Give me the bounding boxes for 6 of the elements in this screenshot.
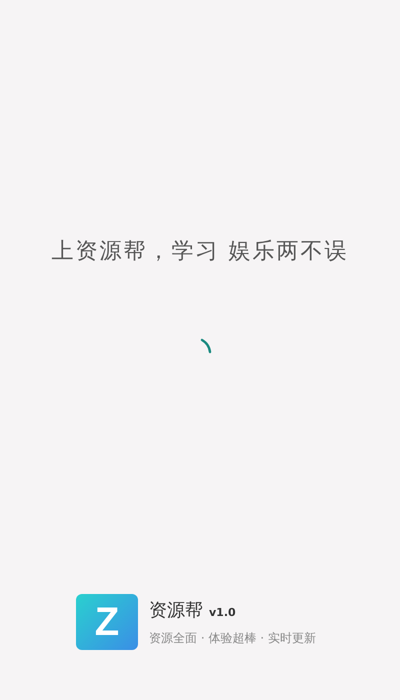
loading-spinner-icon [200,338,212,354]
app-tagline: 资源全面 · 体验超棒 · 实时更新 [149,630,316,646]
slogan: 上资源帮，学习 娱乐两不误 [52,238,348,266]
app-logo: Z [76,594,138,650]
app-name: 资源帮 [149,598,203,622]
app-version: v1.0 [209,606,236,618]
